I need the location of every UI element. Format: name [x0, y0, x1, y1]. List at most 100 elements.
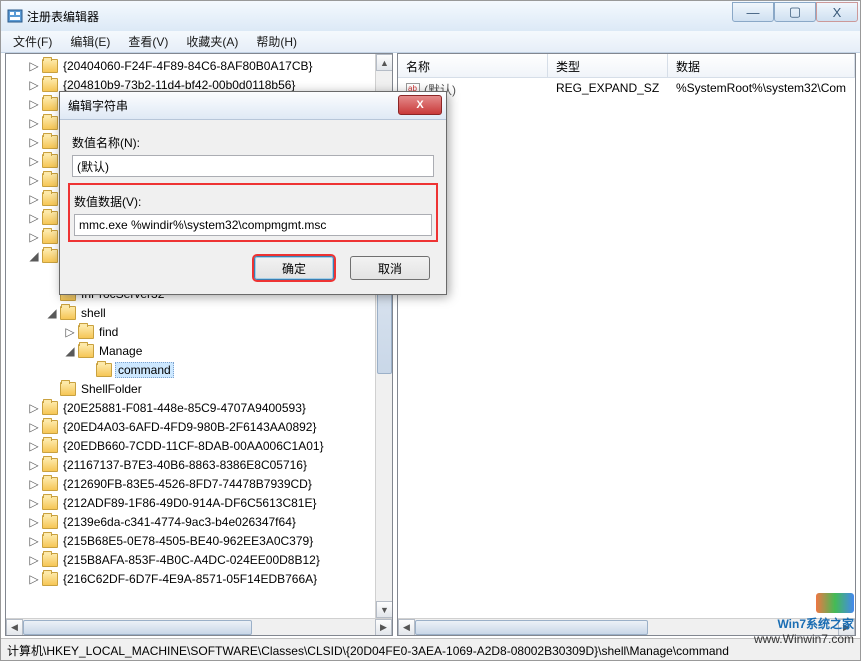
expand-icon[interactable]: ▷ [26, 514, 42, 530]
ok-button[interactable]: 确定 [254, 256, 334, 280]
folder-icon [60, 382, 76, 396]
dialog-close-button[interactable]: X [398, 95, 442, 115]
scroll-down-button[interactable]: ▼ [376, 601, 393, 618]
expand-icon[interactable]: ▷ [26, 571, 42, 587]
folder-icon [42, 249, 58, 263]
highlight-box: 数值数据(V): [68, 183, 438, 242]
scroll-up-button[interactable]: ▲ [376, 54, 393, 71]
expand-icon[interactable] [80, 362, 96, 378]
tree-item[interactable]: ◢ shell [8, 303, 392, 322]
scroll-right-button[interactable]: ▶ [838, 619, 855, 636]
tree-label: {204810b9-73b2-11d4-bf42-00b0d0118b56} [61, 78, 297, 92]
expand-icon[interactable]: ▷ [26, 552, 42, 568]
folder-icon [42, 439, 58, 453]
list-header: 名称 类型 数据 [398, 54, 855, 78]
col-type[interactable]: 类型 [548, 54, 668, 77]
close-button[interactable]: X [816, 2, 858, 22]
col-name[interactable]: 名称 [398, 54, 548, 77]
expand-icon[interactable] [44, 267, 60, 283]
list-row[interactable]: (默认) REG_EXPAND_SZ %SystemRoot%\system32… [398, 78, 855, 101]
expand-icon[interactable]: ▷ [26, 153, 42, 169]
dialog-titlebar[interactable]: 编辑字符串 X [60, 92, 446, 120]
tree-label: {215B8AFA-853F-4B0C-A4DC-024EE00D8B12} [61, 553, 322, 567]
expand-icon[interactable]: ▷ [26, 96, 42, 112]
list-pane[interactable]: 名称 类型 数据 (默认) REG_EXPAND_SZ %SystemRoot%… [397, 53, 856, 636]
expand-icon[interactable]: ▷ [26, 115, 42, 131]
tree-item[interactable]: ▷{212690FB-83E5-4526-8FD7-74478B7939CD} [8, 474, 392, 493]
tree-item[interactable]: ▷{20ED4A03-6AFD-4FD9-980B-2F6143AA0892} [8, 417, 392, 436]
tree-label: {212ADF89-1F86-49D0-914A-DF6C5613C81E} [61, 496, 318, 510]
expand-icon[interactable]: ▷ [26, 210, 42, 226]
tree-item[interactable]: ▷ {215B8AFA-853F-4B0C-A4DC-024EE00D8B12} [8, 550, 392, 569]
expand-icon[interactable]: ▷ [26, 172, 42, 188]
col-data[interactable]: 数据 [668, 54, 855, 77]
tree-item[interactable]: ShellFolder [8, 379, 392, 398]
menu-help[interactable]: 帮助(H) [248, 31, 305, 52]
expand-icon[interactable]: ◢ [44, 305, 60, 321]
expand-icon[interactable]: ▷ [26, 457, 42, 473]
tree-item[interactable]: ▷ {20E25881-F081-448e-85C9-4707A9400593} [8, 398, 392, 417]
expand-icon[interactable]: ▷ [26, 476, 42, 492]
tree-item[interactable]: command [8, 360, 392, 379]
menubar: 文件(F) 编辑(E) 查看(V) 收藏夹(A) 帮助(H) [1, 31, 860, 53]
expand-icon[interactable]: ▷ [26, 400, 42, 416]
menu-edit[interactable]: 编辑(E) [62, 31, 118, 52]
expand-icon[interactable]: ▷ [26, 77, 42, 93]
tree-label: {21167137-B7E3-40B6-8863-8386E8C05716} [61, 458, 309, 472]
tree-label: {20404060-F24F-4F89-84C6-8AF80B0A17CB} [61, 59, 315, 73]
menu-favorites[interactable]: 收藏夹(A) [178, 31, 246, 52]
dialog-title: 编辑字符串 [68, 97, 128, 114]
scroll-left-button[interactable]: ◀ [398, 619, 415, 636]
expand-icon[interactable]: ▷ [26, 134, 42, 150]
minimize-button[interactable]: — [732, 2, 774, 22]
hscroll-thumb[interactable] [23, 620, 252, 635]
folder-icon [42, 553, 58, 567]
titlebar[interactable]: 注册表编辑器 — ▢ X [1, 1, 860, 31]
tree-item[interactable]: ▷find [8, 322, 392, 341]
tree-label: {20E25881-F081-448e-85C9-4707A9400593} [61, 401, 308, 415]
expand-icon[interactable]: ▷ [26, 419, 42, 435]
tree-item[interactable]: ▷ {212ADF89-1F86-49D0-914A-DF6C5613C81E} [8, 493, 392, 512]
value-data-input[interactable] [74, 214, 432, 236]
expand-icon[interactable]: ▷ [26, 191, 42, 207]
tree-horizontal-scrollbar[interactable]: ◀ ▶ [6, 618, 392, 635]
menu-view[interactable]: 查看(V) [120, 31, 176, 52]
tree-item[interactable]: ▷{2139e6da-c341-4774-9ac3-b4e026347f64} [8, 512, 392, 531]
scroll-left-button[interactable]: ◀ [6, 619, 23, 636]
cancel-button[interactable]: 取消 [350, 256, 430, 280]
tree-item[interactable]: ▷{215B68E5-0E78-4505-BE40-962EE3A0C379} [8, 531, 392, 550]
edit-string-dialog: 编辑字符串 X 数值名称(N): 数值数据(V): 确定 取消 [59, 91, 447, 295]
scroll-right-button[interactable]: ▶ [375, 619, 392, 636]
tree-label: shell [79, 306, 108, 320]
tree-item[interactable]: ▷{216C62DF-6D7F-4E9A-8571-05F14EDB766A} [8, 569, 392, 588]
value-name-label: 数值名称(N): [72, 134, 434, 151]
folder-icon [42, 534, 58, 548]
expand-icon[interactable] [44, 286, 60, 302]
folder-icon [42, 420, 58, 434]
expand-icon[interactable]: ▷ [62, 324, 78, 340]
folder-icon [42, 97, 58, 111]
folder-icon [42, 78, 58, 92]
tree-item[interactable]: ▷ {21167137-B7E3-40B6-8863-8386E8C05716} [8, 455, 392, 474]
menu-file[interactable]: 文件(F) [5, 31, 60, 52]
hscroll-thumb[interactable] [415, 620, 648, 635]
expand-icon[interactable]: ▷ [26, 58, 42, 74]
expand-icon[interactable]: ▷ [26, 495, 42, 511]
folder-icon [42, 230, 58, 244]
tree-item[interactable]: ◢Manage [8, 341, 392, 360]
expand-icon[interactable]: ◢ [62, 343, 78, 359]
tree-item[interactable]: ▷ {20404060-F24F-4F89-84C6-8AF80B0A17CB} [8, 56, 392, 75]
list-horizontal-scrollbar[interactable]: ◀ ▶ [398, 618, 855, 635]
expand-icon[interactable]: ▷ [26, 533, 42, 549]
expand-icon[interactable]: ▷ [26, 438, 42, 454]
folder-icon [42, 515, 58, 529]
maximize-button[interactable]: ▢ [774, 2, 816, 22]
registry-editor-window: 注册表编辑器 — ▢ X 文件(F) 编辑(E) 查看(V) 收藏夹(A) 帮助… [1, 1, 860, 660]
expand-icon[interactable]: ◢ [26, 248, 42, 264]
folder-icon [42, 496, 58, 510]
value-name-input[interactable] [72, 155, 434, 177]
tree-item[interactable]: ▷{20EDB660-7CDD-11CF-8DAB-00AA006C1A01} [8, 436, 392, 455]
expand-icon[interactable] [44, 381, 60, 397]
expand-icon[interactable]: ▷ [26, 229, 42, 245]
folder-icon [42, 401, 58, 415]
